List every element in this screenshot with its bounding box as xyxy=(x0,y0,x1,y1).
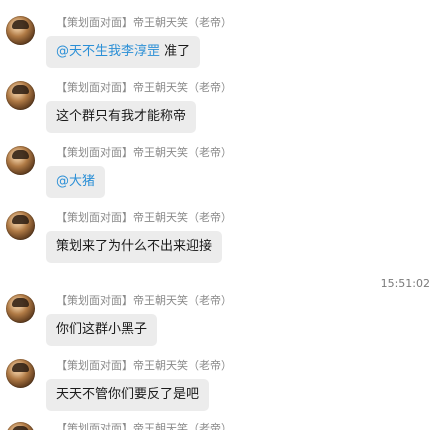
message-text: 策划来了为什么不出来迎接 xyxy=(56,239,213,254)
message-bubble[interactable]: 你们这群小黑子 xyxy=(46,314,158,346)
sender-name[interactable]: 【策划面对面】帝王朝天笑（老帝） xyxy=(56,146,232,160)
message-text: 天天不管你们要反了是吧 xyxy=(56,387,200,402)
sender-name[interactable]: 【策划面对面】帝王朝天笑（老帝） xyxy=(56,81,232,95)
message-text: 你们这群小黑子 xyxy=(56,322,148,337)
message-text: 准了 xyxy=(160,44,191,59)
sender-name[interactable]: 【策划面对面】帝王朝天笑（老帝） xyxy=(56,211,232,225)
sender-name[interactable]: 【策划面对面】帝王朝天笑（老帝） xyxy=(56,359,232,373)
sender-avatar[interactable] xyxy=(6,211,35,240)
sender-avatar[interactable] xyxy=(6,294,35,323)
message-bubble[interactable]: 这个群只有我才能称帝 xyxy=(46,101,197,133)
mention-link[interactable]: @大猪 xyxy=(56,174,95,189)
message-text: 这个群只有我才能称帝 xyxy=(56,109,187,124)
chat-history[interactable]: 【策划面对面】帝王朝天笑（老帝） @天不生我李淳罡 准了 【策划面对面】帝王朝天… xyxy=(0,0,444,430)
sender-avatar[interactable] xyxy=(6,81,35,110)
sender-avatar[interactable] xyxy=(6,422,35,430)
sender-avatar[interactable] xyxy=(6,16,35,45)
sender-name[interactable]: 【策划面对面】帝王朝天笑（老帝） xyxy=(56,294,232,308)
sender-name[interactable]: 【策划面对面】帝王朝天笑（老帝） xyxy=(56,422,232,430)
message-bubble[interactable]: 天天不管你们要反了是吧 xyxy=(46,379,210,411)
message-bubble[interactable]: @天不生我李淳罡 准了 xyxy=(46,36,201,68)
sender-name[interactable]: 【策划面对面】帝王朝天笑（老帝） xyxy=(56,16,232,30)
mention-link[interactable]: @天不生我李淳罡 xyxy=(56,44,160,59)
sender-avatar[interactable] xyxy=(6,146,35,175)
sender-avatar[interactable] xyxy=(6,359,35,388)
message-bubble[interactable]: 策划来了为什么不出来迎接 xyxy=(46,231,223,263)
message-bubble[interactable]: @大猪 xyxy=(46,166,106,198)
message-timestamp: 15:51:02 xyxy=(380,277,430,290)
